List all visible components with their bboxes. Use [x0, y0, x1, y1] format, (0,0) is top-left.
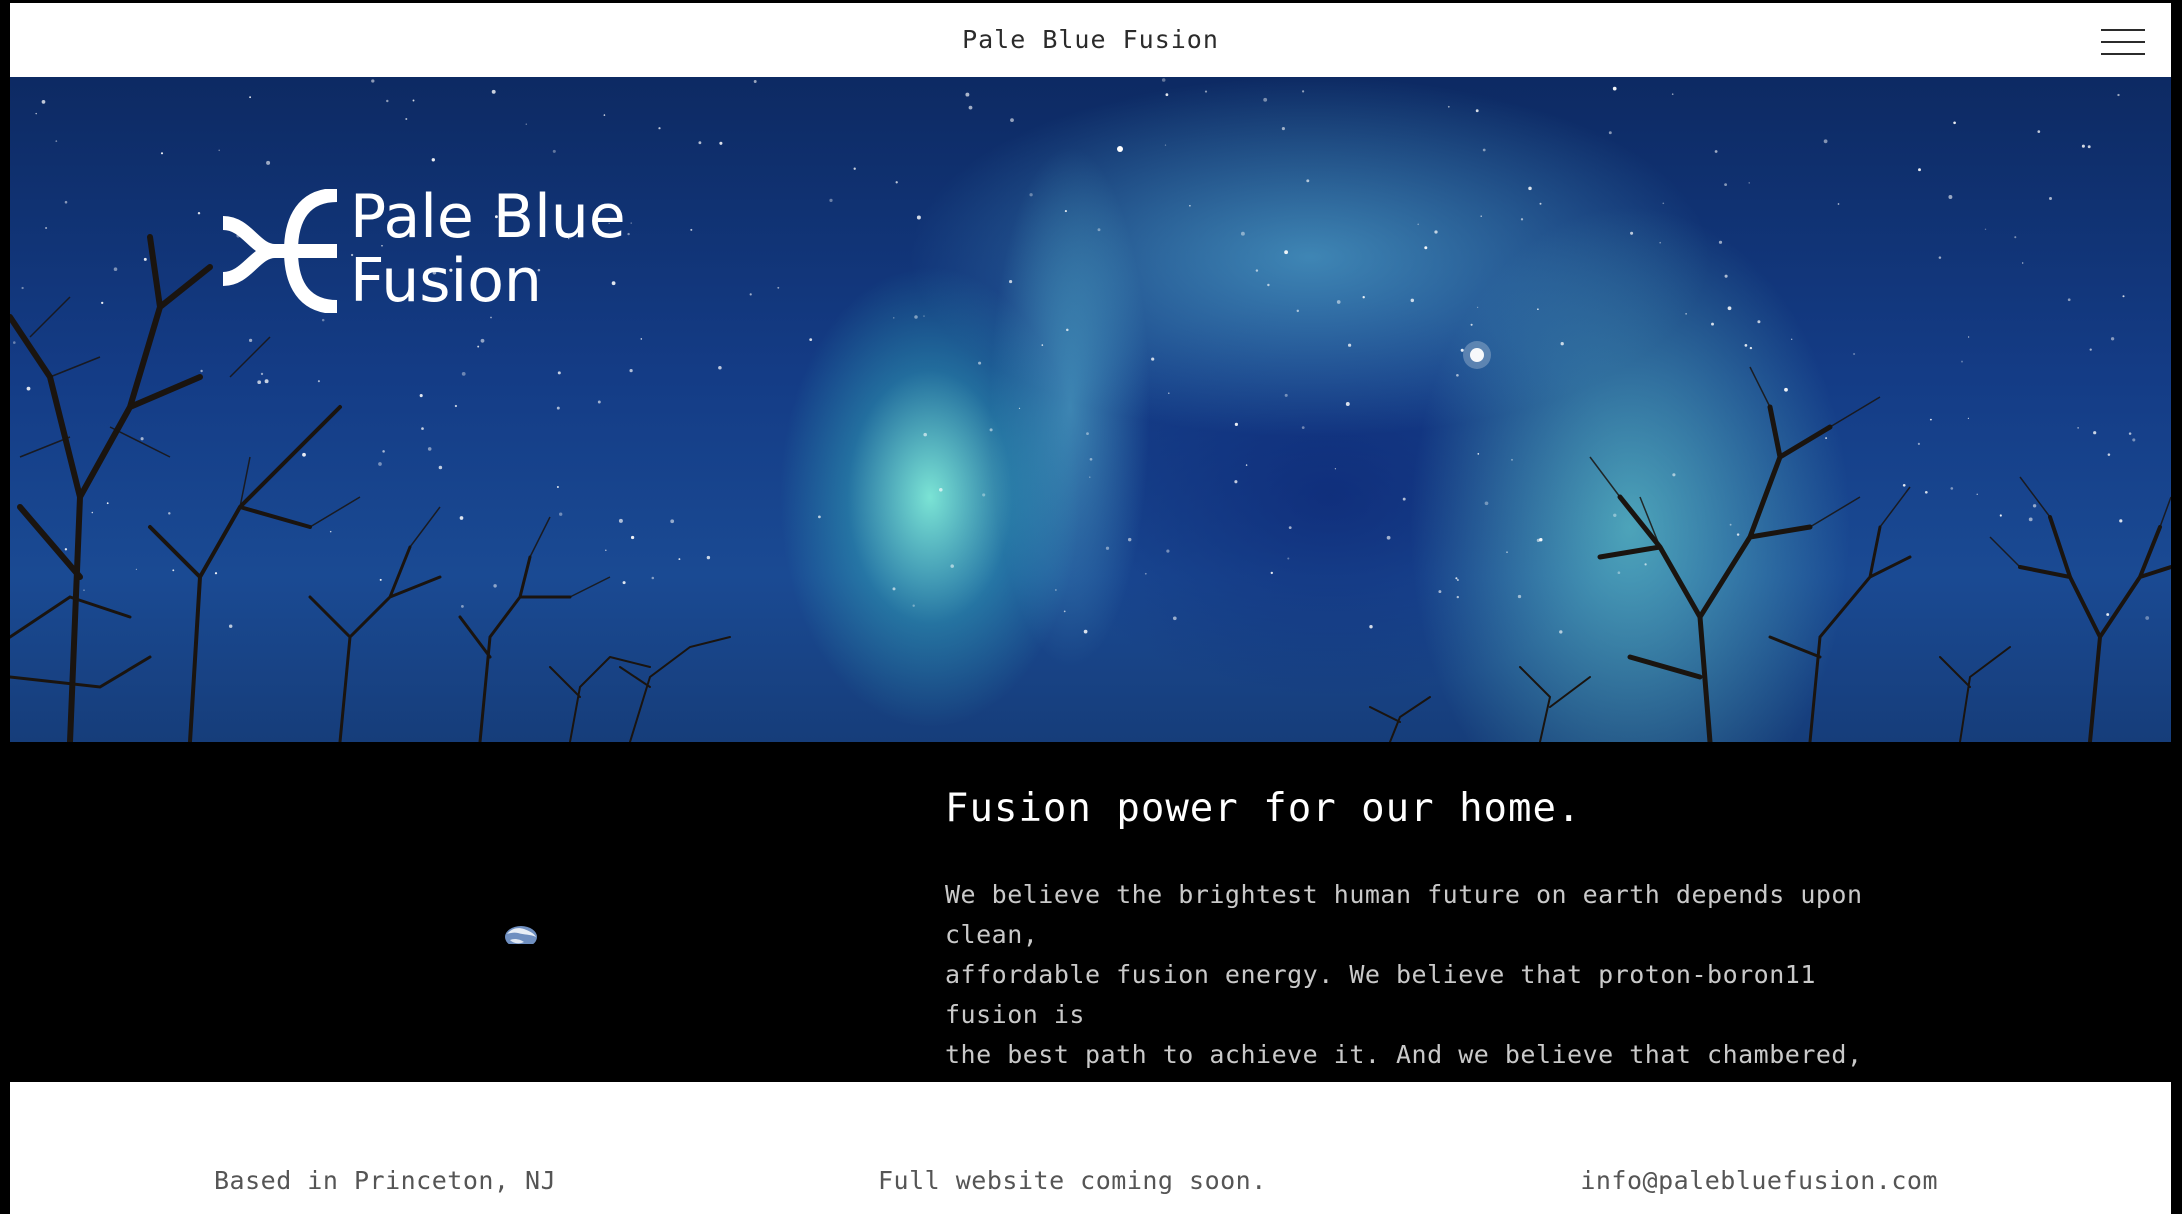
logo-line-1: Pale Blue — [350, 182, 626, 252]
mission-line: affordable fusion energy. We believe tha… — [945, 960, 1816, 1029]
footer: Based in Princeton, NJ Full website comi… — [10, 1082, 2171, 1214]
mission-body: We believe the brightest human future on… — [945, 875, 1905, 1115]
page-frame: Pale Blue Fusion Pale Blue Fusion Fusion… — [10, 3, 2171, 1214]
hero-banner: Pale Blue Fusion — [10, 77, 2171, 742]
pale-blue-fusion-logo-mark — [222, 189, 338, 313]
footer-location: Based in Princeton, NJ — [214, 1166, 557, 1195]
logo-wordmark: Pale Blue Fusion — [350, 185, 626, 313]
mission-line: We believe the brightest human future on… — [945, 880, 1863, 949]
footer-notice: Full website coming soon. — [878, 1166, 1267, 1195]
hamburger-menu-icon[interactable] — [2101, 27, 2145, 57]
mission-line: the best path to achieve it. And we beli… — [945, 1040, 1863, 1069]
header-bar: Pale Blue Fusion — [10, 3, 2171, 77]
mission-heading: Fusion power for our home. — [945, 786, 1582, 831]
tree-silhouettes — [10, 234, 2171, 742]
site-title[interactable]: Pale Blue Fusion — [10, 25, 2171, 54]
footer-email-link[interactable]: info@palebluefusion.com — [1580, 1166, 1938, 1195]
earth-icon — [504, 926, 538, 948]
mission-section: Fusion power for our home. We believe th… — [10, 742, 2171, 1109]
logo-line-2: Fusion — [350, 246, 542, 316]
